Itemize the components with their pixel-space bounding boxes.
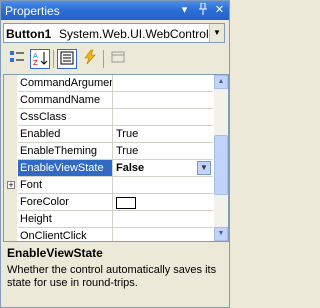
- object-selector[interactable]: Button1 System.Web.UI.WebControls.Bu ▼: [3, 23, 225, 43]
- title-bar[interactable]: Properties ▾ ✕: [1, 1, 229, 20]
- vertical-scrollbar[interactable]: ▲ ▼: [214, 75, 228, 241]
- toolbar-separator: [53, 50, 54, 68]
- property-value-text: False: [116, 162, 145, 174]
- property-row[interactable]: + Font: [4, 177, 213, 194]
- scroll-down-icon[interactable]: ▼: [214, 227, 228, 241]
- property-name: OnClientClick: [18, 228, 113, 241]
- properties-window: Properties ▾ ✕ Button1 System.Web.UI.Web…: [0, 0, 230, 308]
- property-row[interactable]: CommandArgumen: [4, 75, 213, 92]
- properties-toolbar: AZ: [3, 47, 227, 71]
- window-position-icon[interactable]: ▾: [177, 3, 192, 17]
- window-title: Properties: [5, 4, 60, 18]
- chevron-down-icon[interactable]: ▼: [197, 161, 211, 175]
- scrollbar-thumb[interactable]: [214, 135, 228, 195]
- property-value-select[interactable]: False ▼: [113, 160, 213, 177]
- object-name: Button1: [6, 27, 52, 41]
- svg-text:Z: Z: [33, 59, 38, 66]
- description-text: Whether the control automatically saves …: [7, 264, 217, 289]
- property-row[interactable]: ForeColor: [4, 194, 213, 211]
- alphabetical-icon[interactable]: AZ: [30, 49, 50, 69]
- property-value[interactable]: [113, 92, 213, 109]
- property-name: CssClass: [18, 109, 113, 126]
- property-name: CommandName: [18, 92, 113, 109]
- property-value[interactable]: True: [113, 126, 213, 143]
- properties-icon[interactable]: [57, 49, 77, 69]
- color-swatch: [116, 197, 136, 210]
- pin-icon[interactable]: [195, 2, 210, 17]
- object-type: System.Web.UI.WebControls.Bu: [59, 27, 209, 41]
- categorized-icon[interactable]: [7, 49, 27, 69]
- property-pages-icon[interactable]: [108, 49, 128, 69]
- property-grid: CommandArgumen CommandName CssClass Enab…: [3, 74, 229, 242]
- property-row[interactable]: Enabled True: [4, 126, 213, 143]
- property-value[interactable]: [113, 75, 213, 92]
- description-title: EnableViewState: [7, 246, 103, 260]
- property-row[interactable]: CssClass: [4, 109, 213, 126]
- property-value[interactable]: True: [113, 143, 213, 160]
- property-name: Height: [18, 211, 113, 228]
- property-name: Font: [18, 177, 113, 194]
- close-icon[interactable]: ✕: [212, 3, 227, 17]
- property-row[interactable]: EnableTheming True: [4, 143, 213, 160]
- property-value[interactable]: [113, 177, 213, 194]
- scroll-up-icon[interactable]: ▲: [214, 75, 228, 89]
- property-value[interactable]: [113, 228, 213, 241]
- chevron-down-icon[interactable]: ▼: [209, 24, 224, 42]
- property-name: EnableTheming: [18, 143, 113, 160]
- description-pane: EnableViewState Whether the control auto…: [3, 245, 227, 307]
- property-row[interactable]: CommandName: [4, 92, 213, 109]
- events-icon[interactable]: [80, 49, 100, 69]
- expand-icon[interactable]: +: [7, 181, 15, 190]
- property-name: ForeColor: [18, 194, 113, 211]
- toolbar-separator: [103, 50, 104, 68]
- property-row-selected[interactable]: EnableViewState False ▼: [4, 160, 213, 177]
- property-value[interactable]: [113, 211, 213, 228]
- property-value[interactable]: [113, 194, 213, 211]
- property-row[interactable]: Height: [4, 211, 213, 228]
- property-value[interactable]: [113, 109, 213, 126]
- property-name: Enabled: [18, 126, 113, 143]
- property-name: EnableViewState: [18, 160, 113, 177]
- property-name: CommandArgumen: [18, 75, 113, 92]
- property-row[interactable]: OnClientClick: [4, 228, 213, 241]
